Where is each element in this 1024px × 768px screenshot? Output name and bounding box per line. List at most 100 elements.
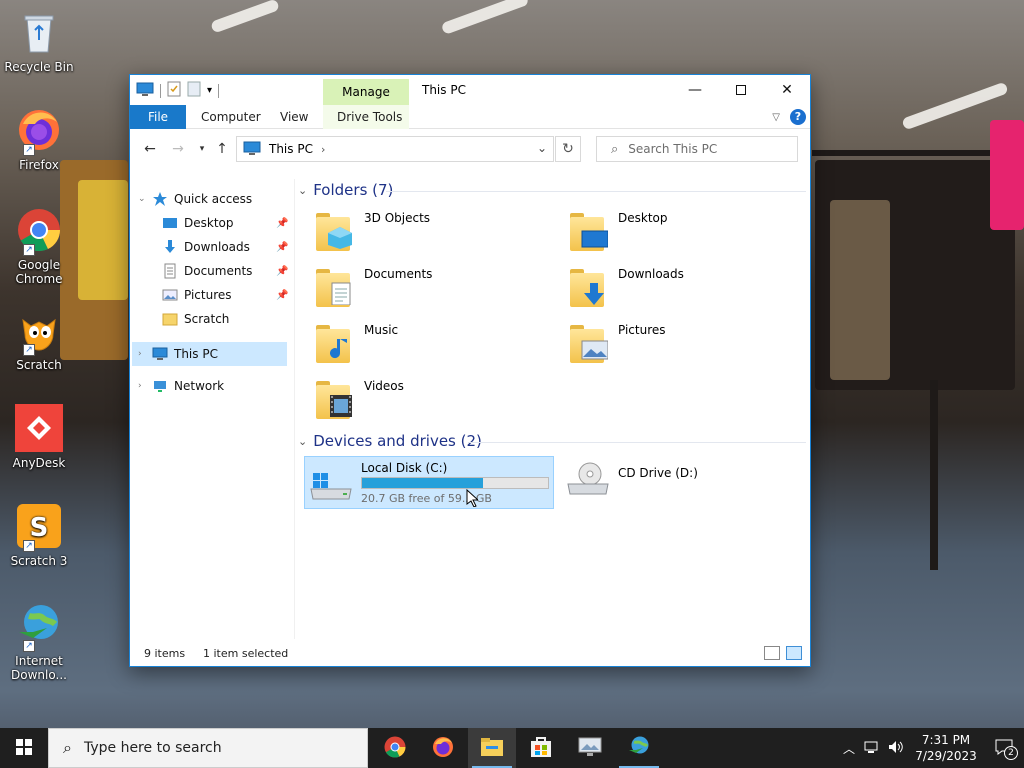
desktop-icon-firefox[interactable]: ↗ Firefox [4,106,74,172]
address-dropdown-icon[interactable]: ⌄ [537,141,547,155]
pin-icon[interactable]: 📌 [276,290,288,301]
network-status-icon[interactable] [860,740,884,757]
pictures-folder-icon [570,321,612,363]
maximize-button[interactable] [718,75,764,105]
chrome-icon [383,735,407,762]
back-button[interactable]: ← [140,139,160,159]
taskbar-firefox[interactable] [419,728,467,768]
clock[interactable]: 7:31 PM 7/29/2023 [908,732,984,764]
drive-local-disk-c[interactable]: Local Disk (C:) 20.7 GB free of 59.3 GB [304,456,554,509]
action-center-button[interactable]: 2 [984,728,1024,768]
tab-file[interactable]: File [130,105,186,129]
refresh-button[interactable]: ↻ [555,136,581,162]
firefox-icon: ↗ [15,106,63,156]
new-folder-icon[interactable] [187,81,201,100]
folder-downloads[interactable]: Downloads [562,261,802,309]
notification-badge: 2 [1004,746,1018,760]
properties-icon[interactable] [167,81,181,100]
desktop-icon-scratch-3[interactable]: S ↗ Scratch 3 [4,502,74,568]
folder-documents[interactable]: Documents [308,261,548,309]
pin-icon[interactable]: 📌 [276,266,288,277]
customize-qat-icon[interactable]: ▾ [207,85,212,96]
sidebar-item-this-pc[interactable]: › This PC [138,342,218,366]
cd-drive-icon [566,462,610,500]
chevron-right-icon[interactable]: › [138,381,142,391]
volume-icon[interactable] [884,740,908,757]
sidebar-item-pictures[interactable]: Pictures 📌 [162,283,320,307]
expand-ribbon-icon[interactable]: ▽ [772,112,780,123]
refresh-icon: ↻ [562,141,574,157]
tab-manage[interactable]: Manage [323,79,409,105]
chevron-expanded-icon[interactable]: ⌄ [138,194,146,204]
minimize-button[interactable]: — [672,75,718,105]
desktop-folder-icon [570,209,612,251]
desktop-icon-anydesk[interactable]: AnyDesk [4,404,74,470]
desktop-folder-icon [162,215,178,231]
pin-icon[interactable]: 📌 [276,242,288,253]
folder-desktop[interactable]: Desktop [562,205,802,253]
downloads-folder-icon [570,265,612,307]
taskbar-system-app[interactable] [566,728,614,768]
breadcrumb-this-pc[interactable]: This PC [269,142,313,156]
drive-cd-d[interactable]: CD Drive (D:) [562,456,812,509]
group-divider [468,442,806,443]
start-button[interactable] [0,728,48,768]
svg-text:S: S [30,513,49,543]
tab-computer[interactable]: Computer [201,105,261,129]
maximize-icon [736,85,746,95]
devices-group-header[interactable]: ⌄ Devices and drives (2) [298,432,482,450]
folder-music[interactable]: Music [308,317,548,365]
desktop-icon-google-chrome[interactable]: ↗ Google Chrome [4,206,74,286]
pin-icon[interactable]: 📌 [276,218,288,229]
chevron-right-icon[interactable]: › [138,349,142,359]
this-pc-icon [152,346,168,362]
folders-group-header[interactable]: ⌄ Folders (7) [298,181,393,199]
globe-download-icon [627,735,651,762]
taskbar: ⌕ Type here to search ︿ 7:31 PM 7/29/202… [0,728,1024,768]
recent-locations-button[interactable]: ▾ [192,139,212,159]
3d-objects-folder-icon [316,209,358,251]
details-view-icon[interactable] [764,646,780,660]
minimize-icon: — [688,82,702,98]
music-folder-icon [316,321,358,363]
folder-pictures[interactable]: Pictures [562,317,802,365]
up-button[interactable]: ↑ [212,139,232,159]
content-pane: ⌄ Folders (7) 3D Objects Desktop Documen… [298,179,810,641]
close-button[interactable]: ✕ [764,75,810,105]
search-input[interactable]: ⌕ Search This PC [596,136,798,162]
address-bar[interactable]: This PC › ⌄ [236,136,554,162]
this-pc-icon [136,81,154,100]
desktop-icon-recycle-bin[interactable]: Recycle Bin [4,8,74,74]
windows-drive-icon [309,471,353,501]
sidebar-item-documents[interactable]: Documents 📌 [162,259,320,283]
desktop-icon-scratch[interactable]: ↗ Scratch [4,306,74,372]
tab-drive-tools[interactable]: Drive Tools [337,105,402,129]
taskbar-search-box[interactable]: ⌕ Type here to search [48,728,368,768]
anydesk-icon [15,404,63,452]
explorer-window[interactable]: ▾ Manage This PC — ✕ File Computer View … [129,74,811,667]
taskbar-internet-download-manager[interactable] [615,728,663,768]
folder-videos[interactable]: Videos [308,373,548,421]
taskbar-chrome[interactable] [371,728,419,768]
folder-3d-objects[interactable]: 3D Objects [308,205,548,253]
show-hidden-icons-chevron-icon[interactable]: ︿ [838,740,860,757]
chrome-icon: ↗ [15,206,63,256]
desktop-icon-internet-download[interactable]: ↗ Internet Downlo... [4,602,74,682]
sidebar-item-desktop[interactable]: Desktop 📌 [162,211,320,235]
navigation-bar: ← → ▾ ↑ This PC › ⌄ ↻ ⌕ Search This PC [130,131,810,167]
help-icon[interactable]: ? [790,109,806,125]
sidebar-item-network[interactable]: › Network [138,374,224,398]
taskbar-file-explorer[interactable] [468,728,516,768]
sidebar-item-quick-access[interactable]: ⌄ Quick access [138,187,252,211]
sidebar-item-scratch[interactable]: Scratch [162,307,229,331]
forward-button[interactable]: → [168,139,188,159]
large-icons-view-icon[interactable] [786,646,802,660]
taskbar-microsoft-store[interactable] [517,728,565,768]
file-explorer-icon [480,736,504,761]
breadcrumb-chevron-icon[interactable]: › [321,143,325,156]
sidebar-item-downloads[interactable]: Downloads 📌 [162,235,320,259]
scratch-3-icon: S ↗ [15,502,63,552]
chevron-down-icon: ⌄ [298,434,308,448]
tab-view[interactable]: View [280,105,308,129]
title-bar[interactable]: ▾ Manage This PC — ✕ [130,75,810,105]
